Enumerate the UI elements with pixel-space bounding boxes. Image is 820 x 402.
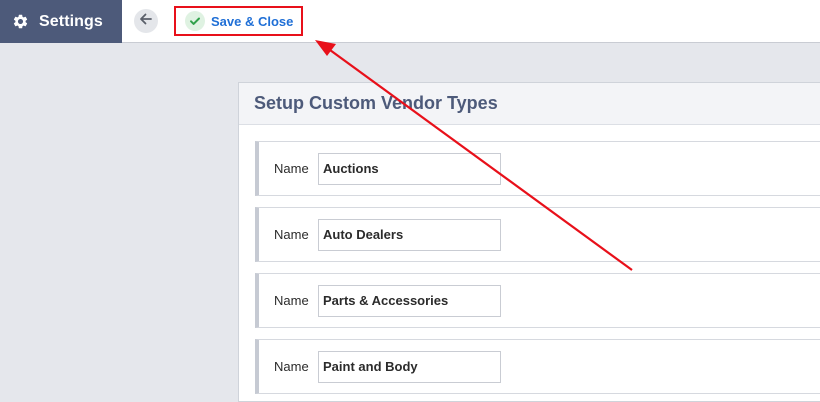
vendor-type-name-input[interactable] <box>318 284 501 317</box>
back-button[interactable] <box>134 9 158 33</box>
arrow-left-icon <box>139 12 153 31</box>
name-label: Name <box>274 161 309 176</box>
vendor-type-name-input[interactable] <box>318 218 501 251</box>
vendor-type-name-input[interactable] <box>318 350 501 383</box>
settings-header: Settings <box>0 0 122 43</box>
name-label: Name <box>274 359 309 374</box>
app-title: Settings <box>39 12 103 30</box>
name-label: Name <box>274 293 309 308</box>
panel-title: Setup Custom Vendor Types <box>254 93 498 113</box>
vendor-type-row: Name <box>255 339 820 394</box>
vendor-type-row: Name <box>255 141 820 196</box>
vendor-type-name-input[interactable] <box>318 152 501 185</box>
save-and-close-button[interactable]: Save & Close <box>174 6 303 36</box>
panel-header: Setup Custom Vendor Types <box>239 83 820 125</box>
vendor-type-row: Name <box>255 207 820 262</box>
name-label: Name <box>274 227 309 242</box>
top-toolbar <box>0 0 820 43</box>
save-and-close-label: Save & Close <box>211 13 294 29</box>
vendor-type-row: Name <box>255 273 820 328</box>
vendor-types-panel: Setup Custom Vendor Types Name Name Name… <box>238 82 820 402</box>
check-icon <box>185 11 205 31</box>
gear-icon <box>12 13 29 30</box>
